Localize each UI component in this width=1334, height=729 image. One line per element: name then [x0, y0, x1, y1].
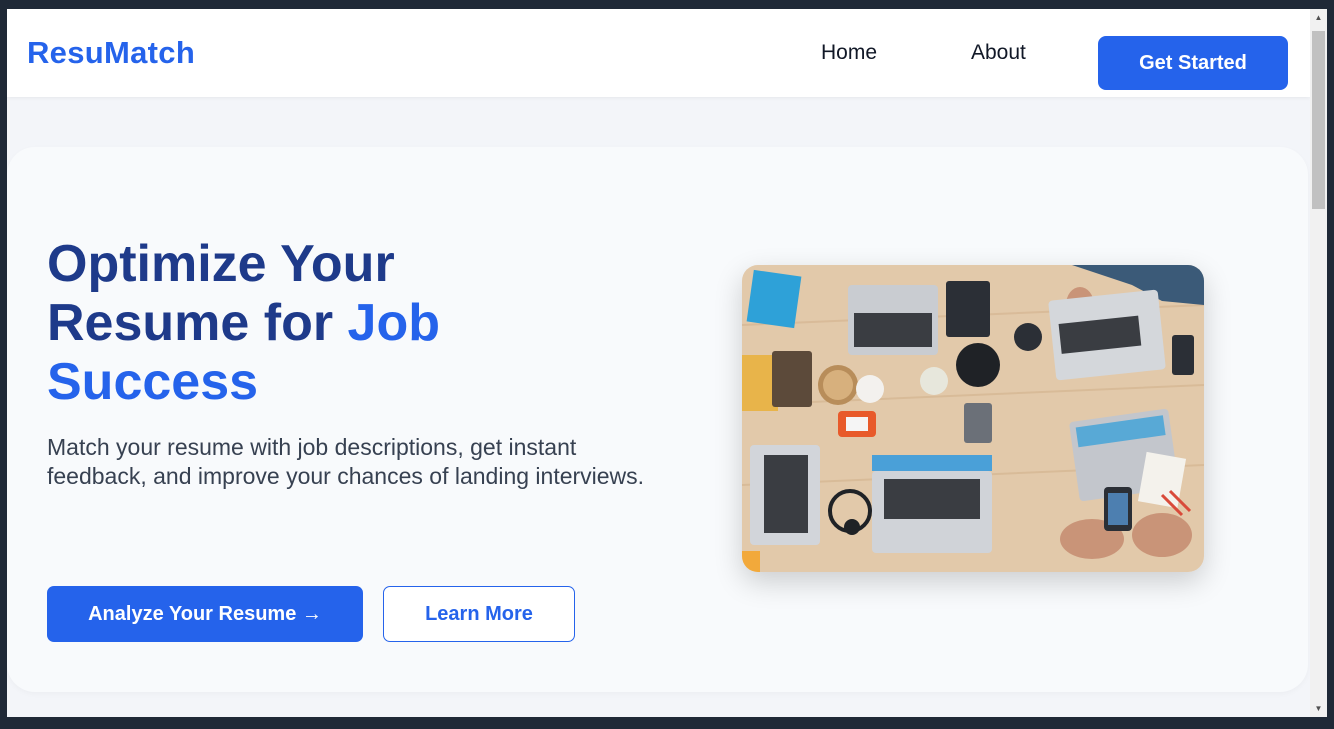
hero-title-accent-job: Job	[347, 294, 440, 352]
browser-viewport: ResuMatch Home About Get Started Optimiz…	[7, 9, 1310, 717]
page-scrollbar[interactable]: ▲ ▼	[1310, 9, 1327, 717]
hero-title-line1: Optimize Your	[47, 235, 395, 293]
logo[interactable]: ResuMatch	[27, 35, 195, 71]
get-started-button[interactable]: Get Started	[1098, 36, 1288, 90]
scrollbar-thumb[interactable]	[1312, 31, 1325, 209]
hero-title-line2: Resume for	[47, 294, 348, 352]
nav-about-link[interactable]: About	[971, 41, 1026, 65]
analyze-resume-button[interactable]: Analyze Your Resume →	[47, 586, 363, 642]
hero-title: Optimize Your Resume for Job Success	[47, 235, 607, 412]
navbar: ResuMatch Home About Get Started	[7, 9, 1310, 97]
learn-more-button[interactable]: Learn More	[383, 586, 575, 642]
hero-title-accent-success: Success	[47, 353, 259, 411]
scroll-down-icon[interactable]: ▼	[1310, 700, 1327, 717]
scroll-up-icon[interactable]: ▲	[1310, 9, 1327, 26]
nav-home-link[interactable]: Home	[821, 41, 877, 65]
hero-image	[742, 265, 1204, 572]
team-laptops-photo-icon	[742, 265, 1204, 572]
hero-section: Optimize Your Resume for Job Success Match…	[7, 147, 1308, 692]
hero-subtitle: Match your resume with job descriptions,…	[47, 434, 645, 489]
